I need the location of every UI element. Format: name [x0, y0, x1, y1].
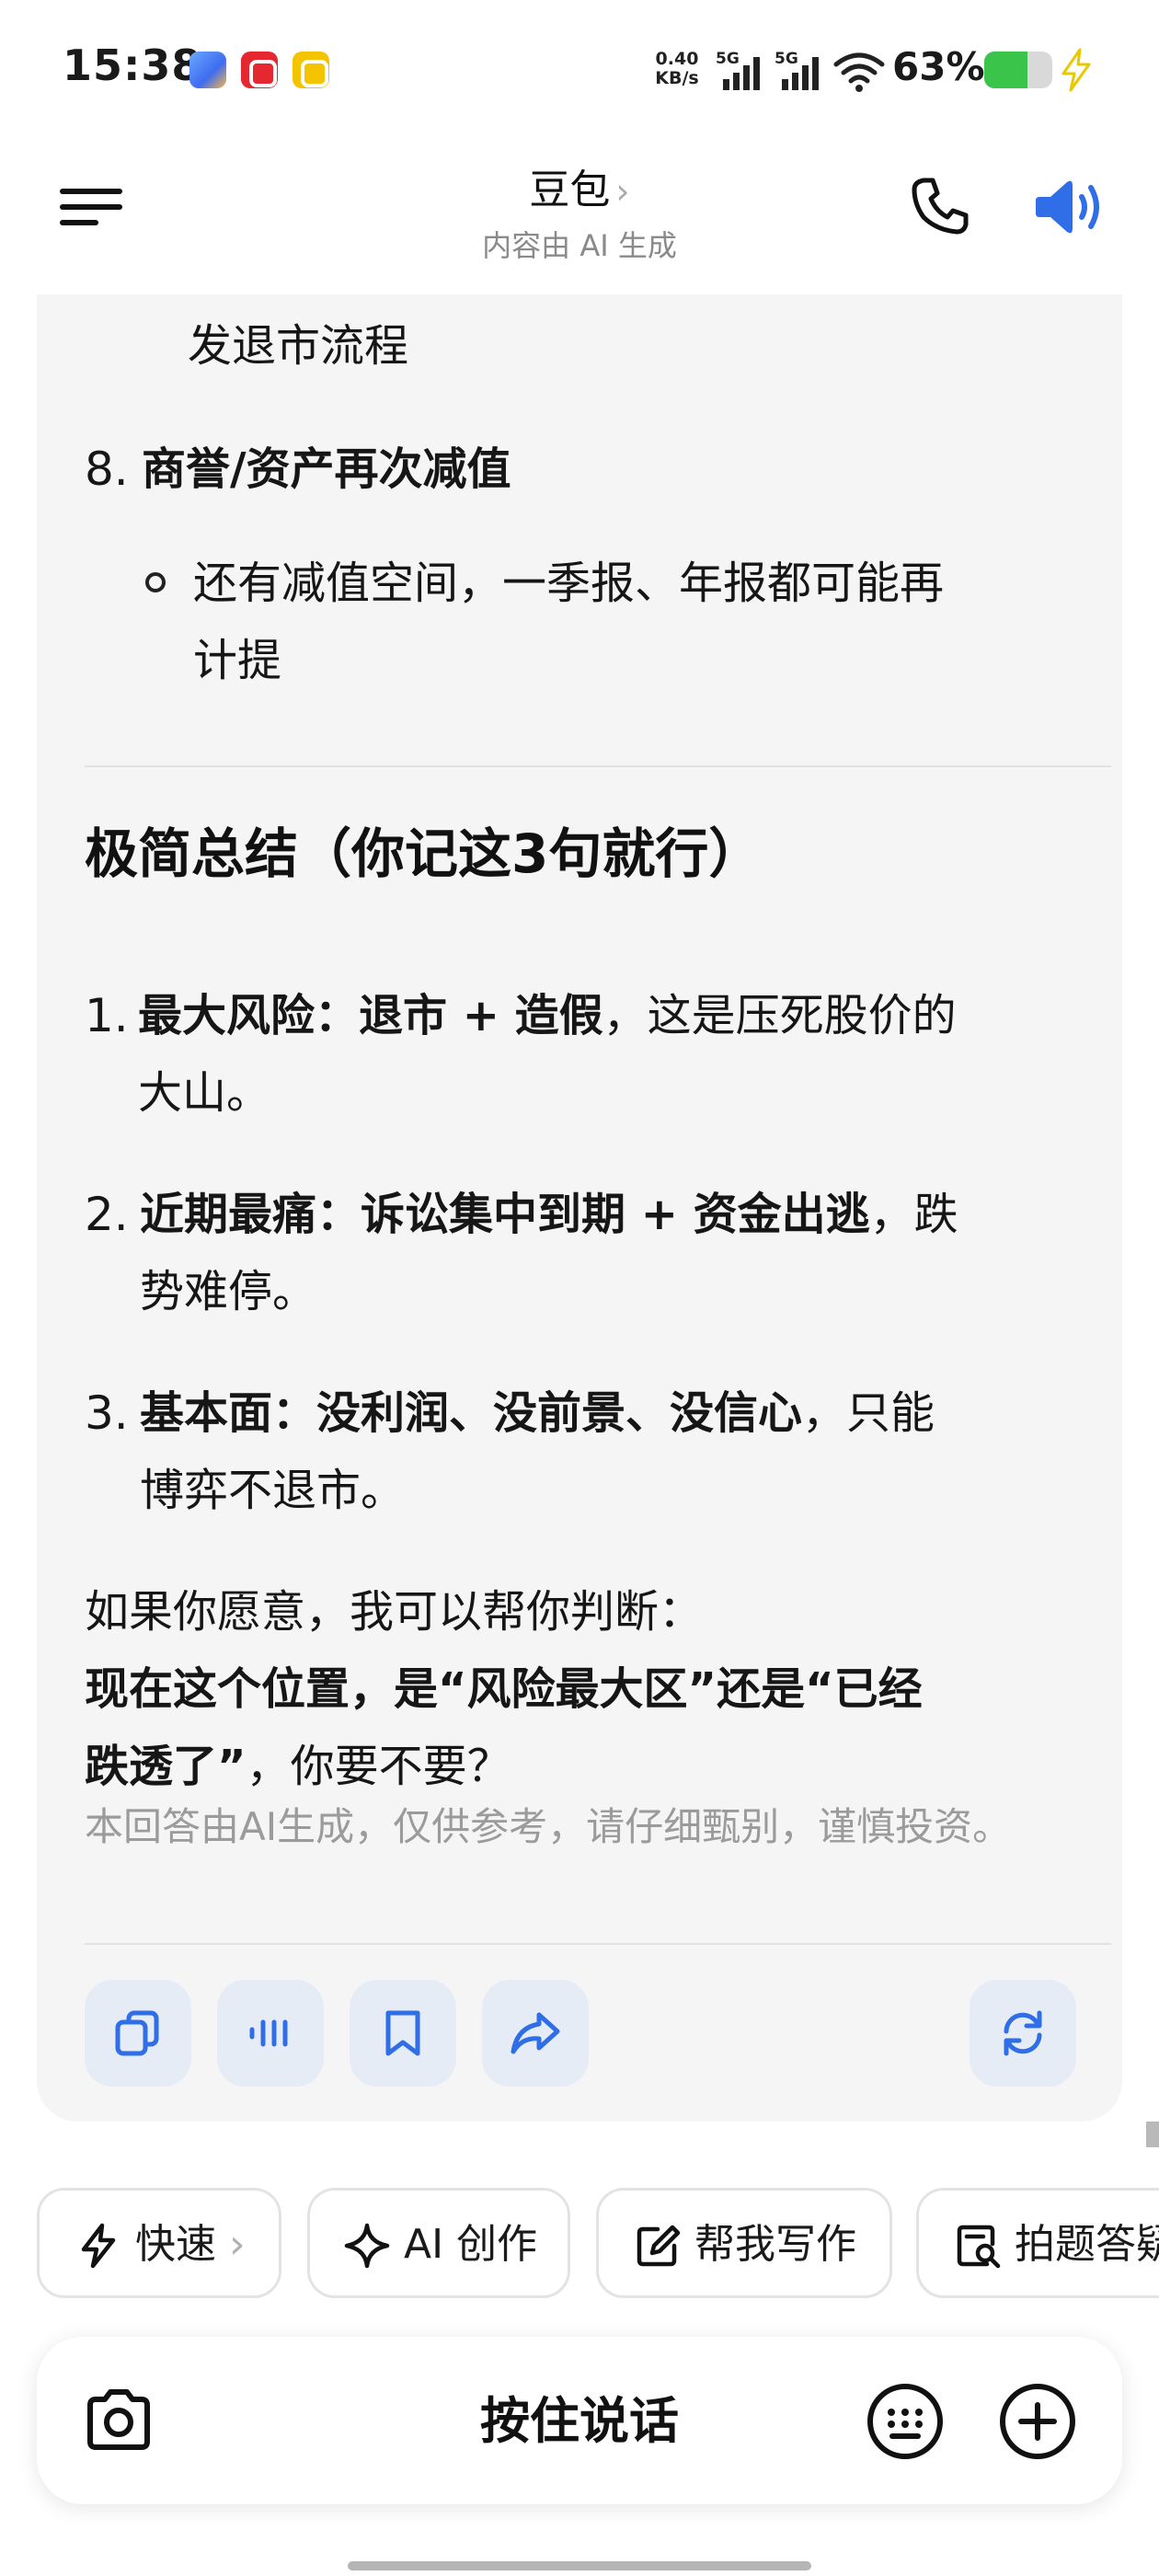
divider: [85, 765, 1111, 767]
battery-fill: [984, 52, 1027, 88]
chevron-right-icon: ›: [229, 2221, 246, 2268]
offer-question: 现在这个位置，是“风险最大区”还是“已经: [85, 1663, 923, 1715]
notification-app-icon: [241, 52, 278, 88]
battery-icon: [984, 52, 1052, 88]
input-bar: 按住说话: [37, 2337, 1122, 2504]
ai-answer-card: 发退市流程 8. 商誉/资产再次减值 还有减值空间，一季报、年报都可能再 计提 …: [37, 294, 1122, 2122]
chip-ai-create[interactable]: AI 创作: [307, 2188, 570, 2298]
bookmark-button[interactable]: [350, 1980, 456, 2087]
status-time: 15:38: [63, 40, 202, 90]
offer-text: 如果你愿意，我可以帮你判断：: [85, 1586, 704, 1638]
list-number: 8.: [85, 443, 129, 496]
list-number: 3.: [85, 1386, 129, 1440]
signal-bars-icon: [723, 57, 760, 90]
scan-question-icon: [957, 2225, 1001, 2269]
summary-item: 基本面：没利润、没前景、没信心，只能: [140, 1387, 935, 1439]
summary-item: 近期最痛：诉讼集中到期 + 资金出逃，跌: [140, 1189, 958, 1240]
bullet-text: 还有减值空间，一季报、年报都可能再: [193, 558, 945, 609]
chat-header: 豆包 › 内容由 AI 生成: [0, 138, 1159, 294]
summary-item: 最大风险：退市 + 造假，这是压死股价的: [138, 990, 957, 1041]
wifi-icon: [833, 52, 885, 92]
battery-percent: 63%: [892, 44, 985, 89]
regenerate-icon: [1004, 2010, 1042, 2056]
charging-bolt-icon: [1061, 48, 1091, 92]
chip-help-write[interactable]: 帮我写作: [596, 2188, 892, 2298]
regenerate-button[interactable]: [970, 1980, 1076, 2087]
copy-icon: [115, 2010, 159, 2056]
list-item-text: 发退市流程: [188, 320, 409, 372]
notification-app-icon: [293, 52, 329, 88]
bullet-text: 计提: [193, 635, 282, 686]
divider: [85, 1943, 1111, 1945]
chip-label: 拍题答疑: [1015, 2221, 1159, 2268]
notification-app-icon: [189, 52, 226, 88]
copy-button[interactable]: [85, 1980, 191, 2087]
list-number: 1.: [85, 989, 129, 1042]
signal-icon: 5G: [775, 50, 820, 90]
home-indicator[interactable]: [348, 2561, 811, 2570]
signal-icon: 5G: [716, 50, 762, 90]
keyboard-icon[interactable]: [866, 2383, 944, 2460]
read-aloud-button[interactable]: [217, 1980, 324, 2087]
plus-icon[interactable]: [999, 2383, 1076, 2460]
chip-quick-mode[interactable]: 快速 ›: [37, 2188, 281, 2298]
signal-bars-icon: [782, 57, 819, 90]
chat-title: 豆包: [529, 167, 611, 213]
menu-icon[interactable]: [59, 186, 123, 228]
list-item-title: 商誉/资产再次减值: [142, 443, 511, 495]
speaker-icon[interactable]: [1034, 175, 1106, 239]
share-icon: [511, 2012, 560, 2054]
lightning-icon: [81, 2223, 116, 2269]
voice-play-icon: [249, 2019, 288, 2047]
share-button[interactable]: [482, 1980, 589, 2087]
hold-to-talk-button[interactable]: 按住说话: [386, 2390, 773, 2453]
chat-subtitle: 内容由 AI 生成: [482, 228, 677, 263]
chip-label: 快速: [135, 2221, 216, 2268]
network-speed: 0.40 KB/s: [649, 50, 705, 88]
phone-call-icon[interactable]: [911, 177, 970, 236]
network-speed-value: 0.40: [655, 49, 699, 69]
chevron-right-icon: ›: [615, 171, 630, 212]
chat-title-button[interactable]: 豆包 › 内容由 AI 生成: [396, 156, 763, 265]
chip-photo-question[interactable]: 拍题答疑: [916, 2188, 1159, 2298]
summary-item-continued: 大山。: [138, 1067, 271, 1119]
chip-label: 帮我写作: [694, 2221, 856, 2268]
bookmark-icon: [385, 2010, 420, 2056]
camera-icon[interactable]: [81, 2383, 156, 2458]
summary-item-continued: 势难停。: [140, 1266, 317, 1317]
sparkle-icon: [344, 2223, 390, 2269]
summary-item-continued: 博弈不退市。: [140, 1465, 406, 1516]
status-bar: 15:38 0.40 KB/s 5G 5G 63%: [0, 0, 1159, 138]
bullet-point: [145, 572, 166, 592]
list-number: 2.: [85, 1188, 129, 1241]
scrollbar-thumb[interactable]: [1146, 2122, 1159, 2147]
chip-label: AI 创作: [404, 2221, 538, 2268]
edit-icon: [637, 2225, 681, 2267]
summary-heading: 极简总结（你记这3句就行）: [85, 822, 763, 885]
offer-question: 跌透了”，你要不要？: [85, 1741, 511, 1792]
ai-disclaimer: 本回答由AI生成，仅供参考，请仔细甄别，谨慎投资。: [85, 1804, 1012, 1849]
network-speed-unit: KB/s: [655, 68, 699, 88]
